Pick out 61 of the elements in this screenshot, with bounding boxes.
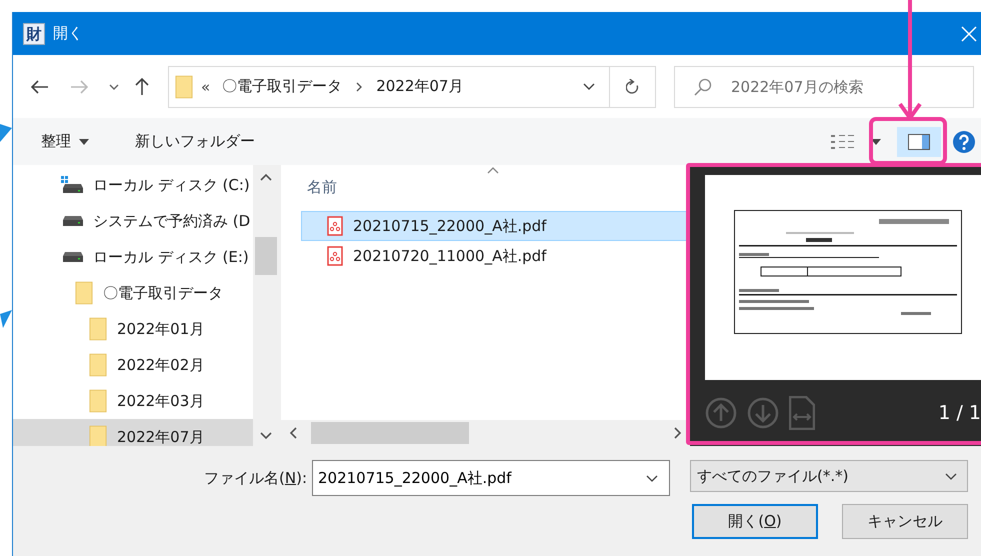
drive-icon — [61, 251, 83, 263]
preview-pane-button[interactable] — [897, 126, 941, 156]
search-icon — [694, 78, 712, 96]
breadcrumb-item[interactable]: 2022年07月 — [376, 77, 464, 96]
folder-icon — [175, 74, 193, 98]
file-name-label: ファイル名(N): — [203, 468, 307, 488]
drive-icon — [61, 215, 83, 227]
tree-item[interactable]: 2022年03月 — [13, 383, 253, 419]
scroll-right-icon[interactable] — [674, 427, 682, 439]
preview-pane-icon — [908, 134, 930, 150]
vertical-scrollbar[interactable] — [253, 165, 279, 446]
refresh-button[interactable] — [610, 66, 656, 108]
dropdown-caret-icon[interactable] — [583, 83, 595, 90]
caret-icon — [79, 138, 89, 144]
dropdown-caret-icon[interactable] — [646, 475, 658, 482]
breadcrumb-overflow[interactable]: « — [201, 78, 210, 96]
app-icon: 財 — [23, 22, 45, 44]
search-field[interactable]: 2022年07月の検索 — [674, 66, 974, 108]
organize-menu-button[interactable]: 整理 — [37, 128, 93, 155]
scrollbar-thumb[interactable] — [311, 422, 469, 444]
scrollbar-thumb[interactable] — [255, 237, 277, 275]
back-arrow-icon[interactable] — [31, 80, 49, 94]
tree-item[interactable]: 2022年02月 — [13, 347, 253, 383]
tree-item[interactable]: ローカル ディスク (C:) — [13, 167, 253, 203]
file-item[interactable]: 20210720_11000_A社.pdf — [301, 241, 690, 271]
caret-icon[interactable] — [871, 138, 881, 144]
dropdown-caret-icon — [945, 472, 957, 480]
view-list-icon[interactable] — [831, 134, 855, 150]
help-icon[interactable] — [953, 130, 975, 152]
dialog-button[interactable]: キャンセル — [842, 504, 968, 539]
folder-icon — [75, 281, 93, 305]
folder-icon — [89, 425, 107, 446]
scroll-up-icon[interactable] — [260, 173, 272, 181]
pdf-file-icon — [327, 246, 343, 266]
caret-icon[interactable] — [109, 84, 119, 90]
tree-item[interactable]: 〇電子取引データ — [13, 275, 253, 311]
sort-caret-icon — [487, 167, 499, 174]
dialog-button[interactable]: 開く(O) — [692, 504, 818, 539]
pdf-file-icon — [327, 216, 343, 236]
scroll-down-icon[interactable] — [260, 432, 272, 440]
close-icon[interactable] — [961, 26, 977, 42]
folder-icon — [89, 353, 107, 377]
folder-icon — [89, 317, 107, 341]
file-type-dropdown[interactable]: すべてのファイル(*.*) — [690, 460, 968, 492]
tree-item[interactable]: 2022年01月 — [13, 311, 253, 347]
file-name-field[interactable]: 20210715_22000_A社.pdf — [312, 460, 670, 496]
page-counter: 1 / 1 — [938, 402, 981, 424]
breadcrumb-item[interactable]: 〇電子取引データ — [222, 77, 342, 96]
column-header[interactable]: 名前 — [307, 178, 337, 196]
new-folder-button[interactable]: 新しいフォルダー — [131, 128, 259, 155]
folder-icon — [89, 389, 107, 413]
scroll-left-icon[interactable] — [289, 427, 297, 439]
chevron-icon[interactable] — [356, 82, 362, 92]
tree-item[interactable]: 2022年07月 — [13, 419, 253, 446]
tree-item[interactable]: ローカル ディスク (E:) — [13, 239, 253, 275]
drive-icon — [61, 176, 83, 194]
window-title: 開く — [53, 24, 84, 43]
tree-item[interactable]: システムで予約済み (D — [13, 203, 253, 239]
address-bar[interactable]: « 〇電子取引データ 2022年07月 — [168, 66, 610, 108]
refresh-icon — [626, 79, 639, 94]
up-arrow-icon[interactable] — [135, 78, 149, 96]
